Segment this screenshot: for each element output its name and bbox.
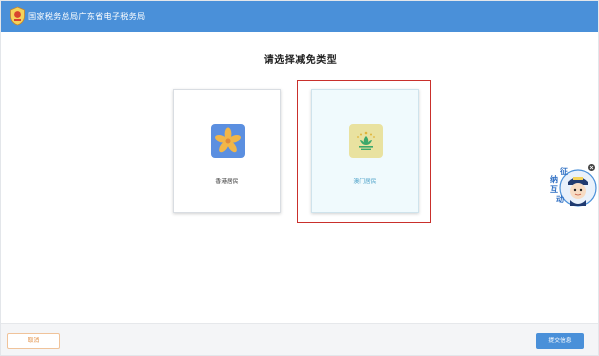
assistant-char-1: 征 <box>560 166 568 176</box>
page-title: 请选择减免类型 <box>263 55 338 66</box>
assistant-char-4: 动 <box>556 194 564 204</box>
app-window: 国家税务总局广东省电子税务局 请选择减免类型 香港居民 澳门居民 征 纳 互 动… <box>0 0 599 356</box>
lotus-emblem-icon <box>349 124 383 158</box>
option-label-hongkong: 香港居民 <box>215 179 239 185</box>
option-card-macau[interactable]: 澳门居民 <box>311 89 419 213</box>
assistant-char-2: 纳 <box>550 174 558 184</box>
tax-emblem-icon <box>10 6 25 26</box>
footer-bar: 取消 提交信息 <box>1 323 598 355</box>
close-icon[interactable] <box>588 164 595 171</box>
submit-button[interactable]: 提交信息 <box>536 333 584 349</box>
site-title: 国家税务总局广东省电子税务局 <box>28 11 146 21</box>
header-bar: 国家税务总局广东省电子税务局 <box>1 1 598 32</box>
option-card-hongkong[interactable]: 香港居民 <box>173 89 281 213</box>
bauhinia-flower-icon <box>211 124 245 158</box>
assistant-char-3: 互 <box>550 184 558 194</box>
cancel-button[interactable]: 取消 <box>7 333 60 349</box>
option-label-macau: 澳门居民 <box>353 179 377 185</box>
